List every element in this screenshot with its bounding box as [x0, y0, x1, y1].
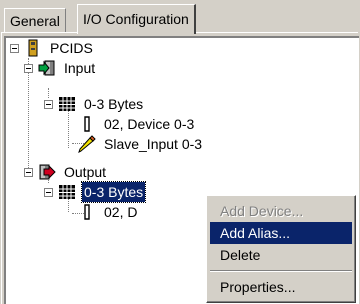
card-icon [28, 39, 38, 57]
tree-node-label: 0-3 Bytes [84, 96, 144, 112]
tree-node-label: 02, Device 0-3 [104, 116, 195, 132]
device-icon [84, 204, 90, 220]
menu-item-add-device[interactable]: Add Device... [210, 200, 352, 222]
tree-node-label: Output [64, 164, 107, 180]
tab-general-label: General [10, 13, 60, 29]
tree-node-label: PCIDS [50, 40, 93, 56]
collapse-toggle[interactable] [24, 64, 33, 73]
menu-item-properties[interactable]: Properties... [210, 276, 352, 298]
tab-general[interactable]: General [4, 8, 66, 32]
tree-node-label: Slave_Input 0-3 [104, 136, 203, 152]
tree-line [68, 108, 69, 148]
menu-item-add-alias[interactable]: Add Alias... [210, 222, 352, 244]
menu-item-label: Add Alias... [220, 225, 291, 241]
tree-node-label: Input [64, 60, 96, 76]
menu-separator [210, 270, 352, 272]
menu-item-delete[interactable]: Delete [210, 244, 352, 266]
context-menu: Add Device... Add Alias... Delete Proper… [206, 195, 356, 303]
menu-item-label: Add Device... [220, 203, 304, 219]
collapse-toggle[interactable] [10, 44, 19, 53]
input-arrow-icon [38, 60, 55, 76]
tree-node-label: 02, D [104, 204, 138, 220]
tree-line [28, 58, 29, 168]
tab-io-configuration[interactable]: I/O Configuration [77, 4, 196, 34]
alias-icon [78, 135, 96, 153]
menu-item-label: Delete [220, 247, 261, 263]
table-icon [59, 185, 75, 199]
menu-item-label: Properties... [220, 279, 296, 295]
output-arrow-icon [39, 164, 56, 180]
tree-line [48, 88, 49, 98]
device-icon [84, 116, 90, 132]
collapse-toggle[interactable] [44, 188, 53, 197]
collapse-toggle[interactable] [44, 100, 53, 109]
collapse-toggle[interactable] [24, 168, 33, 177]
tree-node-label: 0-3 Bytes [80, 181, 147, 203]
table-icon [59, 97, 75, 111]
tab-io-configuration-label: I/O Configuration [83, 11, 189, 27]
